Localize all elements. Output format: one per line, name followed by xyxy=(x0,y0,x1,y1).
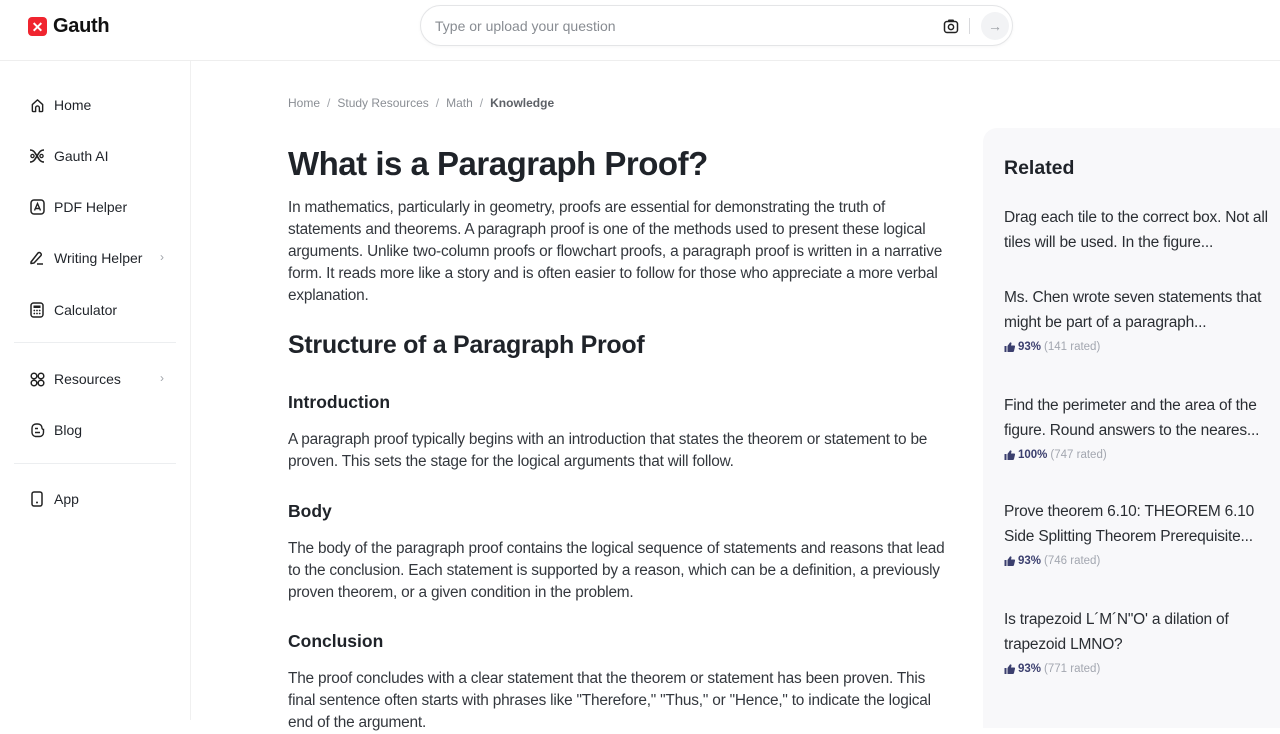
sidebar-item-pdf-helper[interactable]: PDF Helper xyxy=(14,189,176,225)
pdf-icon xyxy=(29,199,45,215)
rating: 93% (141 rated) xyxy=(1004,341,1272,353)
section-title: Structure of a Paragraph Proof xyxy=(288,331,645,359)
rating-count: (747 rated) xyxy=(1050,449,1107,461)
related-question: Drag each tile to the correct box. Not a… xyxy=(1004,209,1268,251)
logo-text: Gauth xyxy=(53,15,110,37)
breadcrumb-home[interactable]: Home xyxy=(288,96,320,110)
related-item[interactable]: Is trapezoid L´M´N"O' a dilation of trap… xyxy=(1004,607,1272,675)
thumbs-up-icon xyxy=(1004,556,1015,566)
breadcrumb-current: Knowledge xyxy=(490,96,555,110)
camera-icon xyxy=(943,19,959,34)
sidebar-item-label: App xyxy=(54,491,79,507)
intro-paragraph: In mathematics, particularly in geometry… xyxy=(288,199,943,304)
search-divider xyxy=(969,18,970,34)
home-icon xyxy=(29,97,45,113)
sidebar-divider xyxy=(14,342,176,343)
chevron-right-icon: › xyxy=(160,250,164,264)
rating-percent: 93% xyxy=(1018,555,1042,567)
subsection-text-introduction: A paragraph proof typically begins with … xyxy=(288,431,928,470)
rating-percent: 100% xyxy=(1018,449,1048,461)
breadcrumb: Home / Study Resources / Math / Knowledg… xyxy=(288,96,554,110)
sidebar-item-gauth-ai[interactable]: Gauth AI xyxy=(14,138,176,174)
page-title: What is a Paragraph Proof? xyxy=(288,145,708,182)
sidebar-item-label: Gauth AI xyxy=(54,148,109,164)
related-panel: Related Drag each tile to the correct bo… xyxy=(983,128,1280,728)
chevron-right-icon: › xyxy=(160,371,164,385)
thumbs-up-icon xyxy=(1004,450,1015,460)
sidebar-item-label: Calculator xyxy=(54,302,118,318)
rating-count: (746 rated) xyxy=(1044,555,1101,567)
phone-icon xyxy=(29,491,45,507)
arrow-right-icon: → xyxy=(988,18,1002,34)
related-question: Ms. Chen wrote seven statements that mig… xyxy=(1004,289,1262,331)
sidebar-item-label: Resources xyxy=(54,371,121,387)
gauth-logo[interactable]: ✕ Gauth xyxy=(28,15,110,38)
rating: 93% (771 rated) xyxy=(1004,663,1272,675)
related-question: Is trapezoid L´M´N"O' a dilation of trap… xyxy=(1004,611,1229,653)
related-item[interactable]: Drag each tile to the correct box. Not a… xyxy=(1004,205,1272,255)
grid-icon xyxy=(29,371,45,387)
breadcrumb-separator: / xyxy=(435,96,440,110)
sidebar-item-home[interactable]: Home xyxy=(14,87,176,123)
sidebar-divider xyxy=(14,463,176,464)
top-header: ✕ Gauth → xyxy=(0,0,1280,61)
thumbs-up-icon xyxy=(1004,342,1015,352)
subsection-text-body: The body of the paragraph proof contains… xyxy=(288,540,945,601)
subsection-heading-introduction: Introduction xyxy=(288,392,391,412)
subsection-heading-conclusion: Conclusion xyxy=(288,631,384,651)
rating-percent: 93% xyxy=(1018,663,1042,675)
breadcrumb-math[interactable]: Math xyxy=(446,96,473,110)
sidebar-item-label: Writing Helper xyxy=(54,250,143,266)
rating: 93% (746 rated) xyxy=(1004,555,1272,567)
subsection-text-conclusion: The proof concludes with a clear stateme… xyxy=(288,670,931,731)
camera-upload-button[interactable] xyxy=(941,16,961,36)
breadcrumb-separator: / xyxy=(327,96,331,110)
related-title: Related xyxy=(1004,157,1075,179)
breadcrumb-separator: / xyxy=(479,96,484,110)
calculator-icon xyxy=(29,302,45,318)
subsection-heading-body: Body xyxy=(288,501,332,521)
related-item[interactable]: Prove theorem 6.10: THEOREM 6.10 Side Sp… xyxy=(1004,499,1272,567)
sidebar-item-calculator[interactable]: Calculator xyxy=(14,292,176,328)
search-bar: → xyxy=(420,5,1013,46)
sidebar-item-label: Home xyxy=(54,97,92,113)
rating-count: (771 rated) xyxy=(1044,663,1101,675)
sidebar-item-blog[interactable]: Blog xyxy=(14,412,176,448)
related-question: Prove theorem 6.10: THEOREM 6.10 Side Sp… xyxy=(1004,503,1255,545)
sidebar-item-writing-helper[interactable]: Writing Helper › xyxy=(14,240,176,276)
thumbs-up-icon xyxy=(1004,664,1015,674)
sidebar-item-label: PDF Helper xyxy=(54,199,128,215)
sidebar-item-label: Blog xyxy=(54,422,83,438)
rating-percent: 93% xyxy=(1018,341,1042,353)
gauth-ai-icon xyxy=(29,148,45,164)
gauth-logo-icon: ✕ xyxy=(28,17,47,36)
blog-icon xyxy=(29,422,45,438)
pen-icon xyxy=(29,250,45,266)
sidebar-item-resources[interactable]: Resources › xyxy=(14,361,176,397)
related-item[interactable]: Find the perimeter and the area of the f… xyxy=(1004,393,1272,461)
rating: 100% (747 rated) xyxy=(1004,449,1272,461)
breadcrumb-study-resources[interactable]: Study Resources xyxy=(337,96,428,110)
sidebar: Home Gauth AI PDF Helper Writing Helper … xyxy=(0,61,191,720)
related-item[interactable]: Ms. Chen wrote seven statements that mig… xyxy=(1004,285,1272,353)
submit-button[interactable]: → xyxy=(981,12,1009,40)
related-question: Find the perimeter and the area of the f… xyxy=(1004,397,1260,439)
rating-count: (141 rated) xyxy=(1044,341,1101,353)
search-input[interactable] xyxy=(435,15,915,37)
sidebar-item-app[interactable]: App xyxy=(14,481,176,517)
